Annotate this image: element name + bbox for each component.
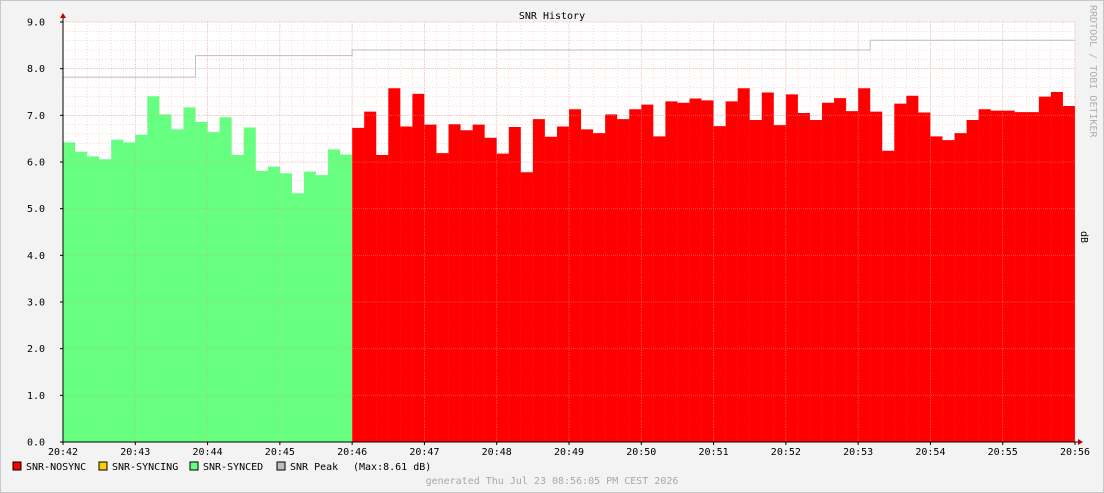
y-tick-label: 0.0 (27, 438, 45, 449)
x-tick-label: 20:44 (193, 447, 223, 458)
chart-title: SNR History (519, 11, 585, 22)
x-tick-label: 20:45 (265, 447, 295, 458)
y-tick-label: 3.0 (27, 298, 45, 309)
x-tick-label: 20:51 (699, 447, 729, 458)
legend-peak-note: (Max:8.61 dB) (353, 462, 431, 473)
x-tick-label: 20:46 (337, 447, 367, 458)
legend-label: SNR-NOSYNC (26, 462, 86, 473)
y-tick-label: 6.0 (27, 158, 45, 169)
legend-label: SNR-SYNCING (112, 462, 178, 473)
legend-swatch (189, 461, 199, 471)
x-axis-arrow (1078, 439, 1083, 445)
legend-swatch (12, 461, 22, 471)
rrdtool-watermark: RRDTOOL / TOBI OETIKER (1087, 5, 1098, 138)
x-tick-label: 20:55 (988, 447, 1018, 458)
x-tick-label: 20:52 (771, 447, 801, 458)
x-tick-label: 20:54 (915, 447, 945, 458)
legend-swatch (276, 461, 286, 471)
legend-label: SNR-SYNCED (203, 462, 263, 473)
y-axis-unit-label: dB (1078, 231, 1089, 243)
x-tick-label: 20:42 (48, 447, 78, 458)
y-tick-label: 5.0 (27, 204, 45, 215)
x-tick-label: 20:56 (1060, 447, 1090, 458)
y-tick-label: 9.0 (27, 18, 45, 29)
y-tick-label: 2.0 (27, 344, 45, 355)
snr-history-chart: 0.0 1.0 2.0 3.0 4.0 5.0 6.0 7.0 8.0 9.0 20:42 20:43… (12, 5, 1098, 487)
x-tick-label: 20:49 (554, 447, 584, 458)
x-tick-label: 20:53 (843, 447, 873, 458)
x-tick-label: 20:47 (409, 447, 439, 458)
x-tick-label: 20:50 (626, 447, 656, 458)
y-tick-label: 4.0 (27, 251, 45, 262)
y-tick-label: 1.0 (27, 391, 45, 402)
generated-timestamp: generated Thu Jul 23 08:56:05 PM CEST 20… (426, 476, 679, 487)
legend-label: SNR Peak (290, 462, 338, 473)
x-tick-label: 20:43 (120, 447, 150, 458)
y-tick-label: 7.0 (27, 111, 45, 122)
y-axis-arrow (60, 13, 66, 18)
x-tick-label: 20:48 (482, 447, 512, 458)
y-tick-label: 8.0 (27, 64, 45, 75)
legend-swatch (98, 461, 108, 471)
